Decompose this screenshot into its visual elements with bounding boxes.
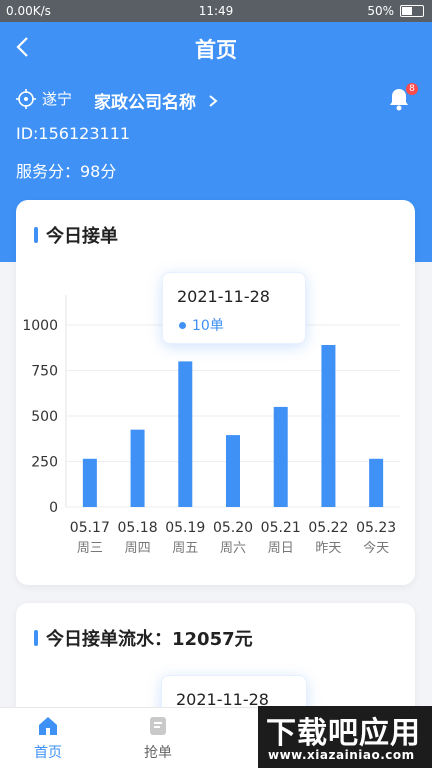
weekday-label: 周六 [220,541,246,556]
service-score: 服务分：98分 [16,162,117,181]
tab-grab-orders[interactable]: 抢单 [118,714,198,762]
x-tick-label: 05.20 [213,520,253,536]
battery-percent: 50% [367,4,394,18]
weekday-label: 昨天 [315,541,341,556]
tab-home[interactable]: 首页 [8,714,88,762]
watermark-brand: 下载吧应用 [266,716,421,751]
company-selector[interactable]: 家政公司名称 [94,88,220,113]
card-title: 今日接单流水：12057元 [34,625,253,651]
page-title: 首页 [195,38,237,62]
company-name: 家政公司名称 [94,93,196,113]
location-selector[interactable]: 遂宁 [16,88,72,109]
y-tick-label: 750 [31,364,58,380]
chart-tooltip: 2021-11-28 10单 [162,272,306,344]
series-dot [179,321,186,329]
location-label: 遂宁 [42,90,73,108]
x-tick-label: 05.19 [165,520,205,536]
bottom-tab-bar: 首页 抢单 课 下载吧应用 www.xiazainiao.com [0,706,432,768]
tooltip-date: 2021-11-28 [177,287,270,306]
bar-05.21[interactable] [273,406,288,507]
bar-05.23[interactable] [369,458,384,507]
y-tick-label: 250 [31,455,58,471]
status-right: 50% [367,4,424,18]
today-orders-card: 今日接单 0 250 500 750 1000 05.17 周三 05.18 周四 05.19 周五… [16,200,415,585]
title-accent [34,630,38,646]
x-tick-label: 05.18 [118,520,158,536]
notification-button[interactable]: 8 [386,83,418,112]
home-icon [39,717,57,735]
company-id: ID:156123111 [16,124,131,143]
weekday-label: 周五 [172,541,198,556]
bar-05.17[interactable] [82,458,97,507]
x-tick-label: 05.22 [308,520,348,536]
y-tick-label: 0 [49,500,58,516]
watermark-url: www.xiazainiao.com [268,748,415,762]
locate-icon [16,88,36,109]
y-tick-label: 1000 [22,318,58,334]
bar-05.20[interactable] [226,435,240,507]
x-tick-label: 05.17 [70,520,110,536]
tab-home-label: 首页 [34,745,62,761]
notification-badge: 8 [406,83,418,95]
today-revenue-card: 今日接单流水：12057元 2021-11-28 [16,603,415,727]
tooltip-item: 10单 [179,315,224,335]
bar-05.19[interactable] [178,361,193,507]
bar-05.22[interactable] [321,345,336,507]
status-bar: 0.00K/s 11:49 50% [0,0,432,22]
weekday-label: 今天 [363,540,389,556]
x-tick-label: 05.23 [356,520,396,536]
x-tick-label: 05.21 [261,520,301,536]
tab-grab-label: 抢单 [144,745,172,761]
weekday-label: 周三 [77,541,103,556]
bar-05.18[interactable] [130,429,145,507]
order-icon [150,717,166,735]
today-revenue-title: 今日接单流水：12057元 [46,629,253,650]
battery-icon [400,5,424,17]
y-tick-label: 500 [31,409,58,425]
weekday-label: 周日 [268,541,294,556]
orders-bar-chart: 0 250 500 750 1000 05.17 周三 05.18 周四 05.19 周五 05.20… [22,295,400,556]
weekday-label: 周四 [125,541,151,556]
tooltip-value: 10单 [192,318,224,334]
chevron-right-icon [209,95,218,107]
watermark-logo: 下载吧应用 www.xiazainiao.com [258,706,432,768]
